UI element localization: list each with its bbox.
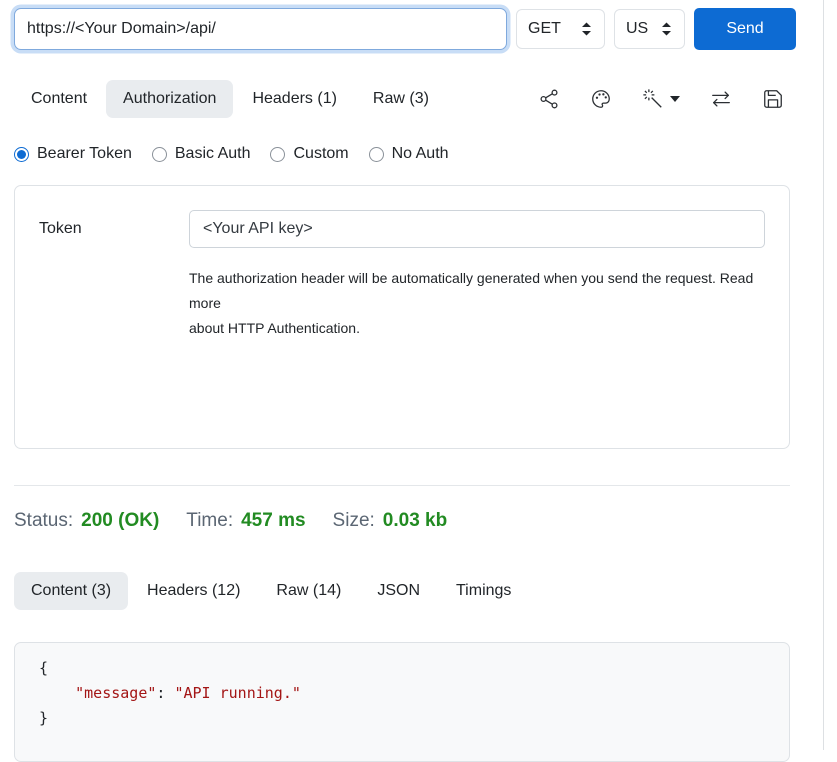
- divider: [14, 485, 790, 486]
- tab-authorization[interactable]: Authorization: [106, 80, 233, 118]
- response-tab-timings[interactable]: Timings: [439, 572, 528, 610]
- http-method-value: GET: [528, 20, 561, 38]
- size-value: 0.03 kb: [383, 510, 447, 532]
- request-toolbar: [538, 88, 796, 110]
- time-label: Time:: [186, 510, 233, 532]
- response-json: { "message": "API running." }: [39, 656, 789, 731]
- radio-label: Basic Auth: [175, 145, 251, 163]
- response-tab-raw[interactable]: Raw (14): [259, 572, 358, 610]
- status-label: Status:: [14, 510, 73, 532]
- token-panel: Token The authorization header will be a…: [14, 185, 790, 449]
- radio-custom[interactable]: Custom: [270, 145, 348, 163]
- url-input[interactable]: [14, 8, 507, 50]
- save-icon[interactable]: [762, 88, 784, 110]
- updown-arrows-icon: [580, 21, 593, 37]
- api-client-page: GET US Send Content Authorization Header…: [0, 0, 837, 762]
- radio-icon: [152, 147, 167, 162]
- token-input[interactable]: [189, 210, 765, 248]
- radio-label: Custom: [293, 145, 348, 163]
- tab-raw[interactable]: Raw (3): [356, 80, 446, 118]
- response-body: { "message": "API running." }: [14, 642, 790, 762]
- json-value: "API running.": [174, 684, 300, 702]
- response-tab-json[interactable]: JSON: [360, 572, 437, 610]
- radio-icon: [14, 147, 29, 162]
- updown-arrows-icon: [660, 21, 673, 37]
- tab-content[interactable]: Content: [14, 80, 104, 118]
- radio-icon: [369, 147, 384, 162]
- radio-no-auth[interactable]: No Auth: [369, 145, 449, 163]
- size-label: Size:: [333, 510, 375, 532]
- radio-basic-auth[interactable]: Basic Auth: [152, 145, 251, 163]
- http-method-select[interactable]: GET: [516, 9, 605, 49]
- response-tab-headers[interactable]: Headers (12): [130, 572, 257, 610]
- response-tab-content[interactable]: Content (3): [14, 572, 128, 610]
- response-status-line: Status: 200 (OK) Time: 457 ms Size: 0.03…: [14, 510, 837, 532]
- scrollbar-track[interactable]: [823, 0, 824, 750]
- json-key: "message": [75, 684, 156, 702]
- magic-wand-menu[interactable]: [642, 88, 680, 110]
- region-value: US: [626, 20, 648, 38]
- send-button[interactable]: Send: [694, 8, 796, 50]
- request-bar: GET US Send: [14, 8, 796, 50]
- swap-arrows-icon[interactable]: [710, 88, 732, 110]
- token-label: Token: [39, 220, 189, 238]
- response-tabbar: Content (3) Headers (12) Raw (14) JSON T…: [14, 572, 796, 610]
- request-tabbar: Content Authorization Headers (1) Raw (3…: [14, 80, 796, 118]
- palette-icon[interactable]: [590, 88, 612, 110]
- magic-wand-icon: [642, 88, 664, 110]
- radio-bearer-token[interactable]: Bearer Token: [14, 145, 132, 163]
- radio-label: No Auth: [392, 145, 449, 163]
- status-value: 200 (OK): [81, 510, 159, 532]
- token-help-text: The authorization header will be automat…: [189, 266, 765, 341]
- region-select[interactable]: US: [614, 9, 685, 49]
- chevron-down-icon: [670, 96, 680, 102]
- share-icon[interactable]: [538, 88, 560, 110]
- auth-type-options: Bearer Token Basic Auth Custom No Auth: [14, 145, 837, 163]
- time-value: 457 ms: [241, 510, 305, 532]
- radio-label: Bearer Token: [37, 145, 132, 163]
- tab-headers[interactable]: Headers (1): [235, 80, 353, 118]
- radio-icon: [270, 147, 285, 162]
